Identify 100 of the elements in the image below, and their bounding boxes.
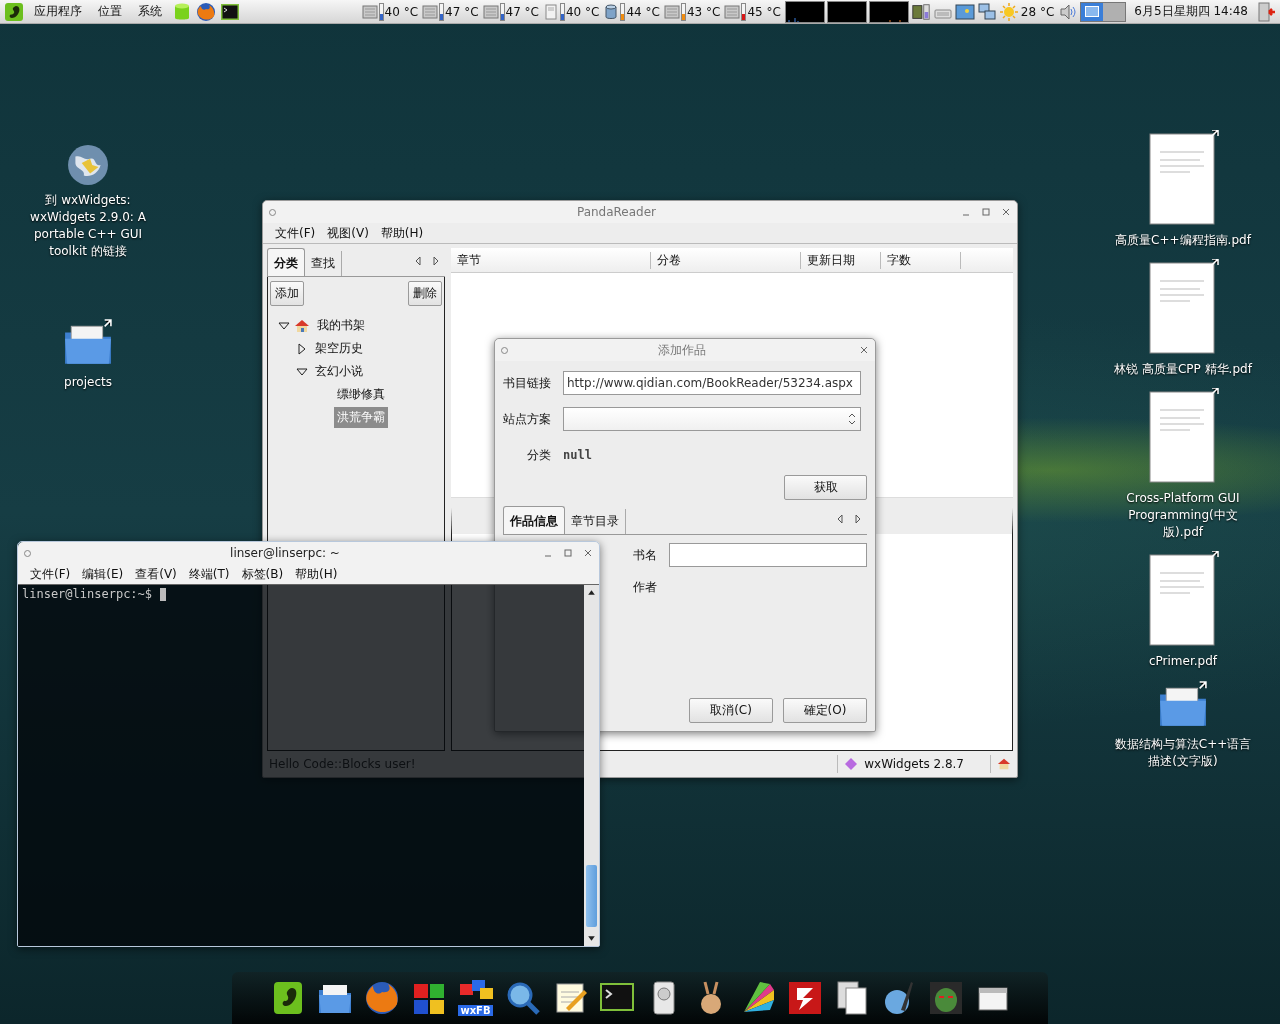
panel-menu[interactable]: 位置 bbox=[92, 3, 128, 20]
cpu-graph bbox=[784, 0, 825, 23]
fetch-button[interactable]: 获取 bbox=[784, 475, 867, 500]
tab[interactable]: 查找 bbox=[305, 251, 342, 276]
maximize-icon[interactable] bbox=[563, 548, 573, 558]
scrollbar[interactable] bbox=[584, 585, 599, 946]
memory-graph bbox=[826, 0, 867, 23]
title-field[interactable] bbox=[669, 543, 867, 567]
category-value: null bbox=[563, 448, 592, 462]
add-button[interactable]: 添加 bbox=[270, 281, 304, 306]
terminal-icon[interactable] bbox=[220, 1, 240, 22]
clock[interactable]: 6月5日星期四 14:48 bbox=[1134, 3, 1248, 20]
menu-item[interactable]: 文件(F) bbox=[269, 224, 322, 242]
scroll-right-icon[interactable] bbox=[854, 514, 862, 524]
panel-menu[interactable]: 应用程序 bbox=[28, 3, 88, 20]
house-icon bbox=[294, 318, 310, 333]
document-thumbnail-icon[interactable] bbox=[1146, 388, 1220, 484]
fox-globe-icon[interactable] bbox=[363, 980, 400, 1016]
menu-item[interactable]: 视图(V) bbox=[321, 224, 375, 242]
display-icon[interactable] bbox=[954, 1, 975, 22]
menu-item[interactable]: 查看(V) bbox=[129, 565, 183, 583]
document-thumbnail-icon[interactable] bbox=[1146, 130, 1220, 226]
weather-temperature: 28 °C bbox=[1020, 4, 1055, 19]
expanded-triangle-icon[interactable] bbox=[278, 319, 290, 332]
close-icon[interactable] bbox=[583, 548, 593, 558]
tab[interactable]: 分类 bbox=[267, 248, 305, 276]
scroll-thumb[interactable] bbox=[586, 865, 597, 927]
tab[interactable]: 章节目录 bbox=[565, 509, 626, 534]
thermometer-icon bbox=[741, 2, 747, 21]
field-label: 书目链接 bbox=[503, 374, 551, 392]
network-icon[interactable] bbox=[976, 1, 997, 22]
thermometer-icon bbox=[680, 2, 686, 21]
desktop-icon-label[interactable]: 数据结构与算法C++语言描述(文字版) bbox=[1113, 736, 1253, 770]
menu-item[interactable]: 终端(T) bbox=[182, 565, 236, 583]
temperature-reading: 47 °C bbox=[445, 4, 479, 19]
cylinder-icon bbox=[603, 3, 620, 20]
desktop-icon-label[interactable]: projects bbox=[64, 374, 112, 391]
logout-icon[interactable] bbox=[1256, 1, 1276, 22]
field-label: 站点方案 bbox=[503, 410, 551, 428]
document-thumbnail-icon[interactable] bbox=[1146, 551, 1220, 647]
dialog-title: 添加作品 bbox=[656, 341, 707, 359]
thermometer-icon bbox=[620, 2, 626, 21]
maximize-icon[interactable] bbox=[981, 207, 991, 217]
globe-icon[interactable] bbox=[67, 144, 109, 186]
url-field[interactable]: http://www.qidian.com/BookReader/53234.aspx bbox=[563, 371, 861, 395]
tree-item[interactable]: 缥缈修真 bbox=[334, 384, 388, 405]
tab[interactable]: 作品信息 bbox=[503, 506, 565, 534]
column-header[interactable]: 分卷 bbox=[651, 251, 801, 269]
monster-head-icon[interactable] bbox=[927, 980, 964, 1016]
column-header[interactable]: 更新日期 bbox=[801, 251, 881, 269]
drive-icon bbox=[543, 3, 559, 20]
scroll-left-icon[interactable] bbox=[414, 256, 422, 266]
scroll-left-icon[interactable] bbox=[836, 514, 844, 524]
column-header[interactable]: 字数 bbox=[881, 251, 961, 269]
collapsed-triangle-icon[interactable] bbox=[296, 342, 308, 355]
panel-menu[interactable]: 系统 bbox=[132, 3, 168, 20]
temperature-reading: 40 °C bbox=[566, 4, 600, 19]
delete-button[interactable]: 删除 bbox=[408, 281, 442, 306]
house-icon bbox=[997, 757, 1011, 771]
spin-arrows-icon[interactable] bbox=[848, 412, 856, 426]
field-label: 作者 bbox=[633, 578, 657, 596]
column-header[interactable]: 章节 bbox=[451, 251, 651, 269]
thermometer-icon bbox=[378, 2, 384, 21]
dialog-button[interactable]: 取消(C) bbox=[689, 698, 773, 723]
dialog-button[interactable]: 確定(O) bbox=[783, 698, 867, 723]
temperature-reading: 44 °C bbox=[626, 4, 660, 19]
document-thumbnail-icon[interactable] bbox=[1146, 259, 1220, 355]
sun-icon bbox=[998, 1, 1019, 22]
desktop-icon-label[interactable]: 高质量C++编程指南.pdf bbox=[1115, 232, 1251, 249]
tree-item[interactable]: 架空历史 bbox=[312, 338, 366, 359]
thermometer-icon bbox=[499, 2, 505, 21]
temperature-reading: 43 °C bbox=[686, 4, 721, 19]
workspace-button[interactable] bbox=[1081, 2, 1104, 21]
expanded-triangle-icon[interactable] bbox=[296, 365, 308, 378]
close-icon[interactable] bbox=[1001, 207, 1011, 217]
scroll-right-icon[interactable] bbox=[432, 256, 440, 266]
window-title: PandaReader bbox=[575, 205, 658, 219]
desktop-icon-label[interactable]: cPrimer.pdf bbox=[1148, 653, 1218, 670]
desktop-icon-label[interactable]: 林锐 高质量CPP 精华.pdf bbox=[1114, 361, 1252, 378]
menu-item[interactable]: 帮助(H) bbox=[289, 565, 344, 583]
thermometer-icon bbox=[439, 2, 445, 21]
menu-item[interactable]: 编辑(E) bbox=[76, 565, 130, 583]
scroll-down-icon[interactable] bbox=[586, 933, 597, 944]
wxfb-logo[interactable]: wxFB bbox=[457, 980, 494, 1016]
tree-item[interactable]: 玄幻小说 bbox=[312, 361, 366, 382]
fox-globe-icon[interactable] bbox=[196, 1, 216, 22]
scroll-up-icon[interactable] bbox=[586, 587, 597, 598]
tree-item[interactable]: 我的书架 bbox=[314, 315, 368, 336]
temperature-reading: 45 °C bbox=[747, 4, 781, 19]
menu-item[interactable]: 标签(B) bbox=[235, 565, 290, 583]
temperature-reading: 47 °C bbox=[505, 4, 539, 19]
close-icon[interactable] bbox=[859, 345, 869, 355]
lightning-tile-icon[interactable] bbox=[786, 980, 823, 1016]
field-label: 分类 bbox=[526, 446, 551, 464]
desktop-icon-label[interactable]: 到 wxWidgets: wxWidgets 2.9.0: A portable C++ GUI toolkit 的链接 bbox=[28, 192, 148, 260]
desktop-icon-label[interactable]: Cross-Platform GUI Programming(中文版).pdf bbox=[1113, 490, 1253, 541]
foot-icon[interactable] bbox=[4, 1, 24, 22]
menu-item[interactable]: 帮助(H) bbox=[374, 224, 430, 242]
diamond-icon bbox=[844, 757, 859, 771]
menu-item[interactable]: 文件(F) bbox=[24, 565, 77, 583]
